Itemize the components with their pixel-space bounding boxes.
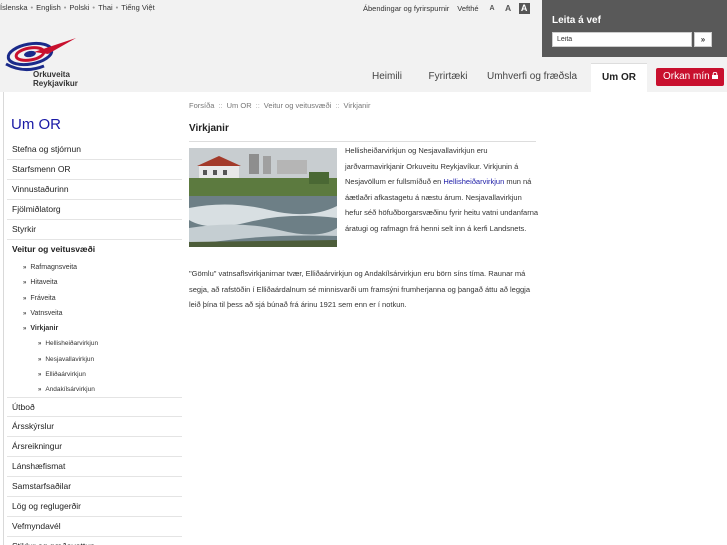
lang-vietnamese[interactable]: Tiếng Việt	[121, 3, 154, 12]
sidebar-title[interactable]: Um OR	[11, 116, 61, 133]
breadcrumb-separator: ::	[335, 101, 340, 110]
lock-icon	[712, 72, 718, 79]
lang-polish[interactable]: Polski	[69, 3, 89, 12]
sidebar-item-arsreikningur[interactable]: Ársreikningur	[7, 437, 182, 457]
sidebar-sub-vatnsveita[interactable]: » Vatnsveita	[7, 306, 182, 321]
sidebar-sub-rafmagnsveita[interactable]: » Rafmagnsveita	[7, 260, 182, 275]
title-divider	[189, 141, 536, 142]
sidebar-sub-label: Virkjanir	[30, 325, 59, 333]
arrow-icon: »	[38, 372, 42, 379]
breadcrumb-item[interactable]: Veitur og veitusvæði	[264, 101, 332, 110]
top-links: Ábendingar og fyrirspurnir Vefthé A A A	[363, 3, 535, 14]
breadcrumb-separator: ::	[255, 101, 260, 110]
breadcrumb-current: Virkjanir	[343, 101, 371, 110]
breadcrumb-item[interactable]: Forsíða	[189, 101, 214, 110]
orkan-min-label: Orkan mín	[663, 71, 710, 82]
logo-text: Orkuveita Reykjavíkur	[33, 70, 78, 88]
search-submit-button[interactable]: »	[694, 32, 712, 47]
sidebar-subsub-ellidaarvirkjun[interactable]: » Elliðaárvirkjun	[7, 367, 182, 382]
search-input[interactable]	[552, 32, 692, 47]
nav-um-or[interactable]: Um OR	[591, 63, 647, 92]
lang-english[interactable]: English	[36, 3, 61, 12]
body-paragraph: "Gömlu" vatnsaflsvirkjanirnar tvær, Elli…	[189, 269, 531, 309]
sidebar-item-stiklur[interactable]: Stiklur og gæðavottun	[7, 537, 182, 545]
nav-heimili[interactable]: Heimili	[362, 63, 412, 92]
lang-separator: •	[115, 3, 119, 12]
sidebar-item-utbod[interactable]: Útboð	[7, 397, 182, 417]
sidebar-item-lanshaefismat[interactable]: Lánshæfismat	[7, 457, 182, 477]
sidebar-subsub-label: Nesjavallavirkjun	[45, 355, 95, 363]
logo-line2: Reykjavíkur	[33, 79, 78, 88]
arrow-icon: »	[23, 280, 27, 287]
arrow-icon: »	[38, 356, 42, 363]
font-size-small-button[interactable]: A	[487, 3, 498, 14]
language-bar: Íslenska • English • Polski • Thai • Tiếng Việt	[0, 3, 155, 12]
hellisheidarvirkjun-link[interactable]: Hellisheiðarvirkjun	[443, 177, 504, 186]
breadcrumb: Forsíða:: Um OR:: Veitur og veitusvæði:: Vi…	[189, 101, 370, 110]
font-size-large-button[interactable]: A	[518, 3, 530, 14]
lang-icelandic[interactable]: Íslenska	[0, 3, 28, 12]
sidebar-item-veitur[interactable]: Veitur og veitusvæði	[7, 240, 182, 260]
page-title: Virkjanir	[189, 123, 229, 134]
arrow-icon: »	[23, 326, 27, 333]
sidebar-item-stefna[interactable]: Stefna og stjórnun	[7, 140, 182, 160]
lang-separator: •	[92, 3, 96, 12]
sidebar-subsub-nesjavallavirkjun[interactable]: » Nesjavallavirkjun	[7, 352, 182, 367]
sidebar-item-starfsmenn[interactable]: Starfsmenn OR	[7, 160, 182, 180]
sidebar-item-arsskyrslur[interactable]: Ársskýrslur	[7, 417, 182, 437]
sidebar-subsub-hellisheidarvirkjun[interactable]: » Hellisheiðarvirkjun	[7, 336, 182, 351]
lang-separator: •	[30, 3, 34, 12]
arrow-icon: »	[23, 265, 27, 271]
sidebar-item-vefmyndavel[interactable]: Vefmyndavél	[7, 517, 182, 537]
lang-thai[interactable]: Thai	[98, 3, 113, 12]
sidebar-sub-hitaveita[interactable]: » Hitaveita	[7, 275, 182, 290]
logo-line1: Orkuveita	[33, 70, 70, 79]
sidebar-subsub-label: Andakílsárvirkjun	[45, 386, 95, 394]
sidebar-item-fjolmidlatorg[interactable]: Fjölmiðlatorg	[7, 200, 182, 220]
sidebar-item-samstarfsadilar[interactable]: Samstarfsaðilar	[7, 477, 182, 497]
nav-fyrirtaeki[interactable]: Fyrirtæki	[420, 63, 476, 92]
sidebar-item-styrkir[interactable]: Styrkir	[7, 220, 182, 240]
orkan-min-button[interactable]: Orkan mín	[656, 68, 724, 86]
sidebar-sub-label: Hitaveita	[30, 279, 58, 287]
font-size-medium-button[interactable]: A	[503, 3, 514, 14]
sidebar-item-vinnustadurinn[interactable]: Vinnustaðurinn	[7, 180, 182, 200]
breadcrumb-separator: ::	[218, 101, 223, 110]
sidebar-subsub-label: Hellisheiðarvirkjun	[45, 340, 99, 348]
lang-separator: •	[63, 3, 67, 12]
breadcrumb-item[interactable]: Um OR	[227, 101, 252, 110]
arrow-icon: »	[23, 310, 27, 317]
sidebar-nav-bottom: Útboð Ársskýrslur Ársreikningur Lánshæfi…	[7, 397, 182, 545]
about-web-link[interactable]: Vefthé	[457, 4, 478, 13]
arrow-icon: »	[23, 295, 27, 302]
sidebar-sub-label: Fráveita	[30, 294, 56, 302]
nav-umhverfi[interactable]: Umhverfi og fræðsla	[484, 63, 580, 92]
sidebar-sub-label: Rafmagnsveita	[30, 264, 78, 271]
feedback-link[interactable]: Ábendingar og fyrirspurnir	[363, 4, 449, 13]
sidebar-sub-label: Vatnsveita	[30, 309, 63, 317]
search-title: Leita á vef	[552, 15, 601, 26]
page-left-border	[3, 92, 4, 545]
arrow-icon: »	[38, 341, 42, 348]
sidebar-item-log[interactable]: Lög og reglugerðir	[7, 497, 182, 517]
arrow-icon: »	[38, 387, 42, 394]
sidebar-nav: Stefna og stjórnun Starfsmenn OR Vinnust…	[7, 140, 182, 398]
sidebar-subsub-label: Elliðaárvirkjun	[45, 371, 86, 379]
intro-paragraph: Hellisheiðarvirkjun og Nesjavallavirkjun…	[345, 143, 540, 236]
sidebar-subsub-andakilsarvirkjun[interactable]: » Andakílsárvirkjun	[7, 382, 182, 397]
sidebar-sub-fraveita[interactable]: » Fráveita	[7, 291, 182, 306]
search-panel: Leita á vef	[542, 0, 727, 57]
sidebar-sub-virkjanir[interactable]: » Virkjanir	[7, 321, 182, 336]
power-station-photo	[189, 148, 337, 247]
